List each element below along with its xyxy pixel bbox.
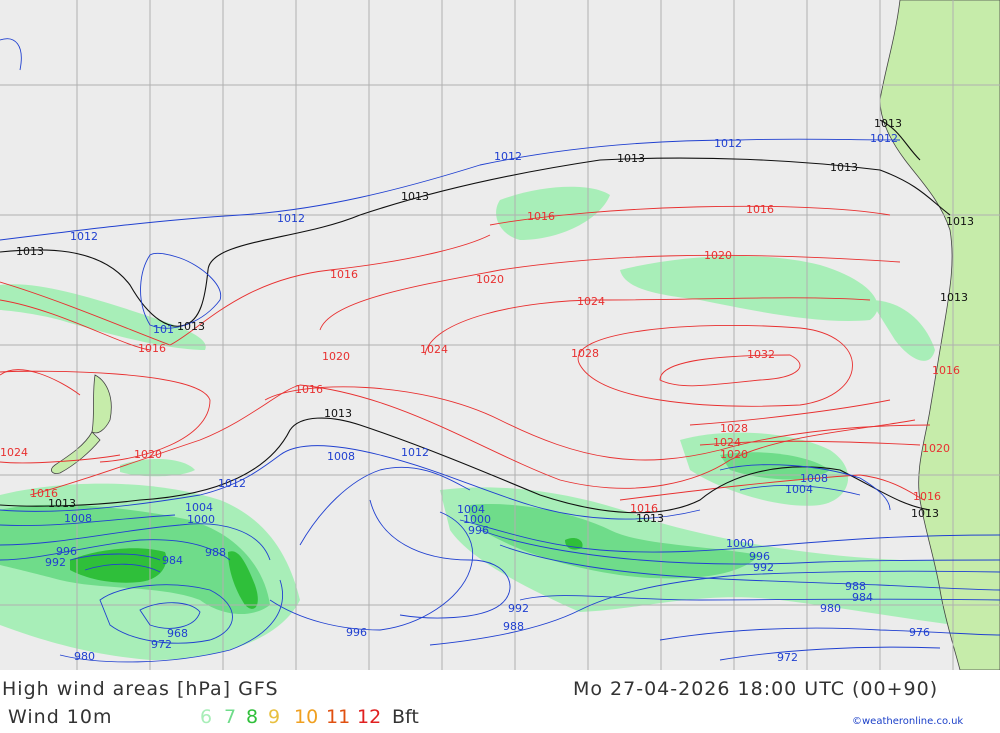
isobar-label: 1020 [720,448,748,461]
isobar-label: 1013 [16,245,44,258]
isobar-label: 1012 [218,477,246,490]
isobar-label: 984 [852,591,873,604]
isobar-label: 1012 [70,230,98,243]
isobar-label: 996 [346,626,367,639]
isobar-label: 992 [508,602,529,615]
map-title: High wind areas [hPa] GFS [2,678,279,700]
isobar-label: 1020 [134,448,162,461]
weather-map: 1016 1016 1016 1016 1016 1016 1016 1020 … [0,0,1000,670]
isobar-label: 1032 [747,348,775,361]
isobar-label: 1013 [946,215,974,228]
isobar-label: 1012 [277,212,305,225]
isobar-label: 1024 [713,436,741,449]
isobar-label: 1013 [830,161,858,174]
isobar-label: 1016 [138,342,166,355]
isobar-label: 1000 [726,537,754,550]
isobar-label: 1024 [420,343,448,356]
isobar-label: 1000 [187,513,215,526]
isobar-label: 1016 [527,210,555,223]
legend-level-11: 11 [326,706,351,728]
isobar-label: 1013 [177,320,205,333]
copyright: ©weatheronline.co.uk [852,716,964,727]
isobar-label: 1004 [785,483,813,496]
isobar-label: 1013 [911,507,939,520]
isobar-label: 1016 [746,203,774,216]
isobar-label: 1013 [874,117,902,130]
isobar-label: 1013 [324,407,352,420]
isobar-label: 1012 [494,150,522,163]
legend-level-9: 9 [268,706,281,728]
isobar-label: 1012 [870,132,898,145]
legend-level-6: 6 [200,706,213,728]
isobar-label: 1020 [922,442,950,455]
isobar-label: 1020 [704,249,732,262]
isobar-label: 1012 [714,137,742,150]
isobar-label: 1013 [48,497,76,510]
isobar-label: 1013 [617,152,645,165]
isobar-label: 1013 [636,512,664,525]
isobar-label: 1012 [401,446,429,459]
isobar-label: 996 [468,524,489,537]
legend-level-10: 10 [294,706,319,728]
isobar-label: 980 [820,602,841,615]
isobar-label: 992 [753,561,774,574]
isobar-label: 988 [205,546,226,559]
isobar-label: 968 [167,627,188,640]
isobar-label: 976 [909,626,930,639]
isobar-label: 1024 [0,446,28,459]
legend-level-12: 12 [357,706,382,728]
isobar-label: 988 [503,620,524,633]
legend-label: Wind 10m [8,706,113,728]
isobar-label: 1020 [322,350,350,363]
isobar-label: 1028 [720,422,748,435]
isobar-label: 1013 [940,291,968,304]
map-timestamp: Mo 27-04-2026 18:00 UTC (00+90) [573,678,939,700]
isobar-label: 1028 [571,347,599,360]
legend-level-7: 7 [224,706,237,728]
isobar-label: 992 [45,556,66,569]
isobar-label: 972 [777,651,798,664]
isobar-label: 980 [74,650,95,663]
isobar-label: 984 [162,554,183,567]
isobar-label: 1016 [932,364,960,377]
isobar-label: 1016 [913,490,941,503]
legend-level-8: 8 [246,706,259,728]
isobar-label: 1008 [327,450,355,463]
isobar-label: 1016 [330,268,358,281]
isobar-label: 1020 [476,273,504,286]
legend-unit: Bft [392,706,419,728]
isobar-label: 1024 [577,295,605,308]
isobar-label: 1013 [401,190,429,203]
isobar-label: 101 [153,323,174,336]
isobar-label: 1016 [295,383,323,396]
isobar-label: 1008 [64,512,92,525]
